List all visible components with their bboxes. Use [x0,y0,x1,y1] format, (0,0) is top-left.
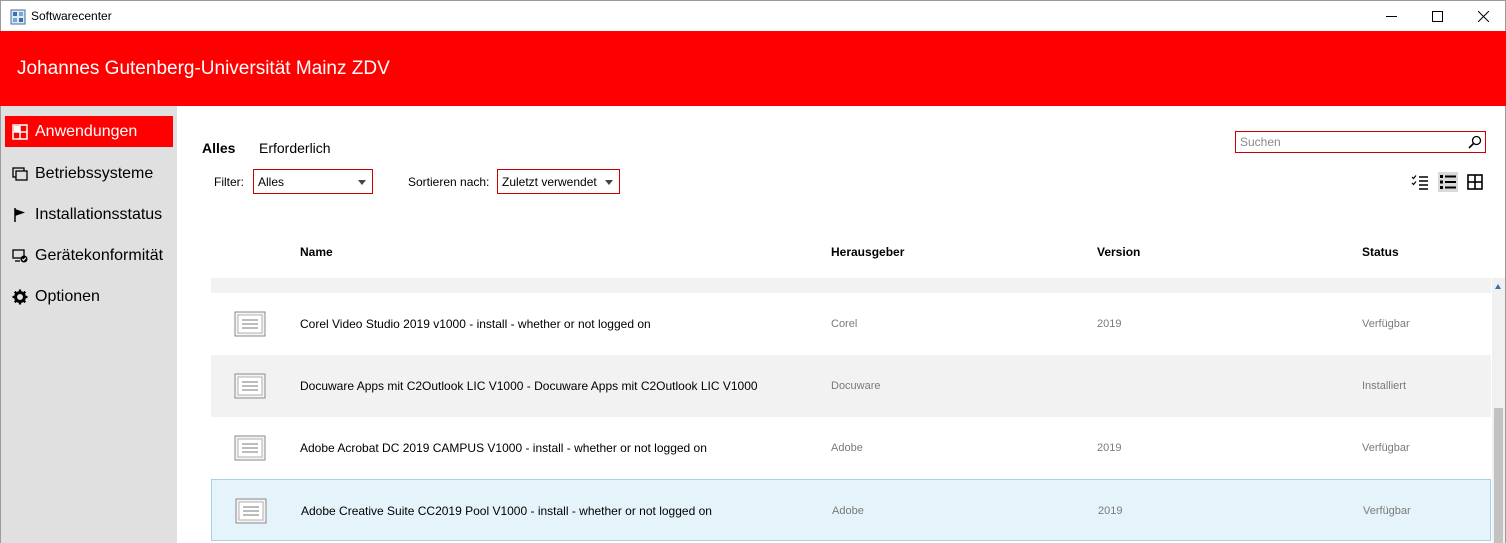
sidebar: Anwendungen Betriebssysteme Installation… [0,106,177,543]
sidebar-item-label: Anwendungen [35,122,138,140]
sidebar-item-label: Optionen [35,287,100,305]
table-row[interactable]: Adobe Acrobat DC 2019 CAMPUS V1000 - ins… [211,417,1491,479]
column-header-publisher[interactable]: Herausgeber [831,245,904,259]
filter-label: Filter: [214,175,244,189]
app-name: Docuware Apps mit C2Outlook LIC V1000 - … [300,379,758,393]
app-name: Adobe Acrobat DC 2019 CAMPUS V1000 - ins… [300,441,707,455]
column-header-name[interactable]: Name [300,245,333,259]
sidebar-item-label: Betriebssysteme [35,164,154,182]
app-version: 2019 [1098,505,1123,517]
scroll-up-arrow-icon[interactable] [1495,284,1501,289]
applications-grid-icon [11,123,29,141]
vertical-scrollbar[interactable] [1492,278,1505,543]
maximize-icon [1431,11,1443,22]
minimize-button[interactable] [1368,1,1414,32]
application-package-icon [234,311,266,337]
main-content: Alles Erforderlich Filter: Alles Sortier… [177,106,1506,543]
chevron-down-icon [358,180,366,185]
checklist-view-button[interactable] [1410,172,1430,192]
sort-dropdown[interactable]: Zuletzt verwendet [497,169,620,194]
search-input[interactable] [1240,134,1460,150]
sidebar-item-label: Gerätekonformität [35,246,164,264]
chevron-down-icon [605,180,613,185]
list-view-icon [1440,175,1456,189]
sort-value: Zuletzt verwendet [502,175,597,189]
application-package-icon [235,498,267,524]
application-list: Corel Video Studio 2019 v1000 - install … [211,278,1491,543]
app-status: Verfügbar [1362,318,1410,330]
minimize-icon [1385,16,1397,17]
tile-view-button[interactable] [1465,172,1485,192]
sidebar-item-geraetekonformitaet[interactable]: Gerätekonformität [5,240,173,271]
sidebar-item-installationsstatus[interactable]: Installationsstatus [5,199,173,230]
gear-icon [11,288,29,306]
app-status: Verfügbar [1363,505,1411,517]
window-title: Softwarecenter [31,9,112,23]
column-header-version[interactable]: Version [1097,245,1140,259]
app-publisher: Corel [831,318,858,330]
scrollbar-thumb[interactable] [1494,408,1503,543]
app-publisher: Adobe [831,442,863,454]
sidebar-item-optionen[interactable]: Optionen [5,281,173,312]
title-bar: Softwarecenter [0,0,1506,31]
checklist-view-icon [1411,175,1428,190]
list-view-button[interactable] [1438,172,1458,192]
app-version: 2019 [1097,442,1122,454]
search-icon[interactable] [1468,135,1482,149]
operating-systems-icon [11,165,29,183]
app-status: Verfügbar [1362,442,1410,454]
sidebar-item-betriebssysteme[interactable]: Betriebssysteme [5,158,173,189]
table-row-partial [211,278,1491,293]
sort-label: Sortieren nach: [408,175,490,189]
filter-dropdown[interactable]: Alles [253,169,373,194]
filter-value: Alles [258,175,285,189]
flag-icon [11,206,29,224]
app-publisher: Docuware [831,380,881,392]
close-button[interactable] [1460,1,1506,32]
table-row[interactable]: Docuware Apps mit C2Outlook LIC V1000 - … [211,355,1491,417]
app-name: Adobe Creative Suite CC2019 Pool V1000 -… [301,504,712,518]
search-box [1235,131,1486,153]
sidebar-item-label: Installationsstatus [35,205,163,223]
app-name: Corel Video Studio 2019 v1000 - install … [300,317,651,331]
app-status: Installiert [1362,380,1407,392]
organization-title: Johannes Gutenberg-Universität Mainz ZDV [17,58,390,79]
software-center-app-icon [10,9,26,25]
table-row-selected[interactable]: Adobe Creative Suite CC2019 Pool V1000 -… [211,479,1491,541]
application-package-icon [234,435,266,461]
maximize-button[interactable] [1414,1,1460,32]
table-row[interactable]: Corel Video Studio 2019 v1000 - install … [211,293,1491,355]
app-version: 2019 [1097,318,1122,330]
sidebar-item-anwendungen[interactable]: Anwendungen [5,116,173,147]
app-publisher: Adobe [832,505,864,517]
device-compliance-icon [11,247,29,265]
close-icon [1477,11,1489,22]
tile-view-icon [1467,174,1483,190]
header-banner: Johannes Gutenberg-Universität Mainz ZDV [0,31,1506,106]
tab-alles[interactable]: Alles [202,140,235,156]
application-package-icon [234,373,266,399]
column-header-status[interactable]: Status [1362,245,1399,259]
tab-erforderlich[interactable]: Erforderlich [259,140,331,156]
